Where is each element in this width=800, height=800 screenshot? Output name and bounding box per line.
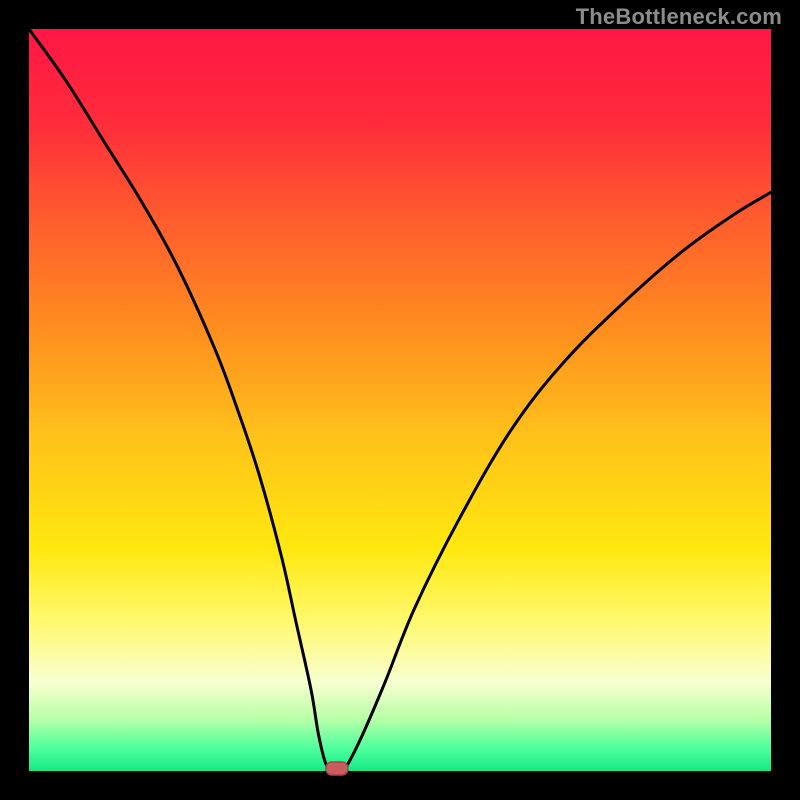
- chart-frame: { "watermark": "TheBottleneck.com", "col…: [0, 0, 800, 800]
- gradient-background: [29, 29, 771, 771]
- optimum-marker: [326, 762, 348, 775]
- chart-svg: [0, 0, 800, 800]
- watermark-text: TheBottleneck.com: [576, 4, 782, 30]
